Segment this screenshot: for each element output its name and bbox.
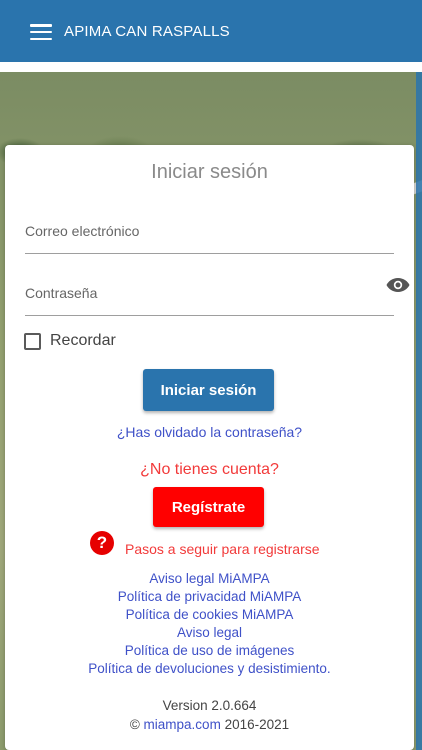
email-field-wrapper [25,223,394,254]
register-button[interactable]: Regístrate [153,487,264,527]
legal-links: Aviso legal MiAMPA Política de privacida… [5,570,414,678]
background-side-band [416,72,422,750]
remember-label: Recordar [50,332,116,349]
password-field-wrapper [25,285,394,316]
password-field[interactable] [25,285,394,315]
help-circle-icon[interactable]: ? [90,531,114,555]
login-button[interactable]: Iniciar sesión [143,369,274,411]
copyright-line: © miampa.com 2016-2021 [5,717,414,732]
menu-icon[interactable] [30,24,52,40]
remember-checkbox[interactable] [24,332,41,350]
remember-checkbox-row[interactable]: Recordar [24,332,116,350]
header-gap [0,62,422,72]
link-cookies-miampa[interactable]: Política de cookies MiAMPA [5,606,414,624]
version-text: Version 2.0.664 [162,698,257,713]
email-field[interactable] [25,223,394,253]
eye-icon[interactable] [386,277,410,293]
link-devoluciones[interactable]: Política de devoluciones y desistimiento… [5,660,414,678]
login-card: Iniciar sesión Recordar Iniciar sesión ¿… [5,145,414,750]
copyright-symbol: © [129,717,140,732]
link-aviso-legal-miampa[interactable]: Aviso legal MiAMPA [5,570,414,588]
link-aviso-legal[interactable]: Aviso legal [5,624,414,642]
no-account-prompt: ¿No tienes cuenta? [140,461,279,478]
link-privacidad-miampa[interactable]: Política de privacidad MiAMPA [5,588,414,606]
registration-steps-link[interactable]: ? Pasos a seguir para registrarse [90,529,320,557]
forgot-password-link[interactable]: ¿Has olvidado la contraseña? [5,424,414,440]
app-bar: APIMA CAN RASPALLS [0,0,422,62]
registration-steps-label[interactable]: Pasos a seguir para registrarse [125,541,320,557]
app-title: APIMA CAN RASPALLS [64,23,230,40]
site-link[interactable]: miampa.com [144,717,221,732]
link-uso-imagenes[interactable]: Política de uso de imágenes [5,642,414,660]
copyright-years: 2016-2021 [224,717,290,732]
login-title: Iniciar sesión [151,161,268,183]
